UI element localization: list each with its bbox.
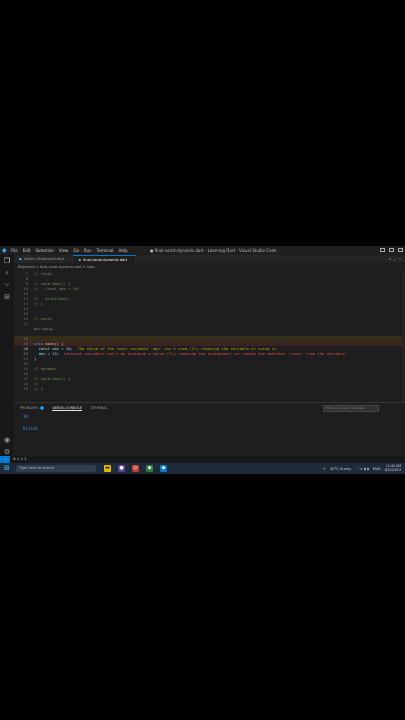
menu-view[interactable]: View: [59, 248, 69, 253]
dart-file-icon: ◆: [78, 257, 82, 262]
menu-edit[interactable]: Edit: [23, 248, 31, 253]
status-bar: ⌁ ⊗ 1 ⚠ 1: [0, 456, 405, 463]
line-number: 17: [23, 321, 28, 326]
weather-text[interactable]: 30°C Sunny: [330, 467, 351, 471]
code-line: 17: [14, 321, 405, 326]
vscode-window: ◆ File Edit Selection View Go Run Termin…: [0, 246, 405, 474]
clock[interactable]: 11:44 AM 8/22/2023: [384, 464, 401, 473]
source-control-icon[interactable]: ⑂: [3, 281, 11, 289]
system-tray: ☀ 30°C Sunny ⌃ ▭ ◖ ◗ ENG 11:44 AM 8/22/2…: [323, 463, 401, 474]
account-icon[interactable]: ◉: [3, 436, 11, 444]
menu-run[interactable]: Run: [84, 248, 92, 253]
remote-indicator-icon[interactable]: ⌁: [0, 456, 10, 463]
extensions-icon[interactable]: ⊞: [3, 293, 11, 301]
tab-label: Switch-Statement.dart: [23, 257, 65, 261]
panel-tabs: PROBLEMS 2 DEBUG CONSOLE TERMINAL: [20, 406, 107, 411]
dart-file-icon: ◆: [19, 257, 22, 261]
code-editor[interactable]: 7// final 8 9// void main() {10// final ab…: [14, 271, 405, 402]
code-comment: // }: [34, 386, 44, 391]
explorer-icon[interactable]: ❐: [3, 257, 11, 265]
vscode-logo-icon: ◆: [2, 246, 7, 254]
window-controls: [380, 248, 403, 252]
activity-bar: ❐ ⌕ ⑂ ⊞ ◉ ⚙: [0, 255, 14, 465]
console-filter-input[interactable]: Filter (e.g. text, !exclude): [323, 405, 379, 412]
tab-debug-console[interactable]: DEBUG CONSOLE: [52, 406, 83, 411]
console-output-line: 10: [23, 414, 28, 419]
windows-taskbar: ⊞ Type here to search ▬ ● ◎ ◆ ◆ ☀ 30°C S…: [0, 463, 405, 474]
tray-icons[interactable]: ⌃ ▭ ◖ ◗: [355, 467, 369, 471]
breadcrumb[interactable]: Beginners > final-const-dynamic.dart > m…: [18, 264, 95, 270]
menu-selection[interactable]: Selection: [35, 248, 53, 253]
editor-tabs: ◆ Switch-Statement.dart ◆ final-const-dy…: [14, 255, 405, 263]
tab-switch-statement[interactable]: ◆ Switch-Statement.dart: [14, 255, 74, 263]
menu-file[interactable]: File: [11, 248, 18, 253]
title-bar: ◆ File Edit Selection View Go Run Termin…: [0, 246, 405, 255]
tab-label: PROBLEMS: [20, 406, 39, 410]
chrome-icon[interactable]: ◎: [132, 465, 139, 472]
menu-help[interactable]: Help: [119, 248, 128, 253]
console-output-line: Exited.: [23, 426, 40, 431]
vscode-taskbar-icon[interactable]: ◆: [160, 465, 167, 472]
problems-count-badge: 2: [39, 406, 45, 410]
taskbar-app-icon[interactable]: ●: [118, 465, 125, 472]
bottom-panel: PROBLEMS 2 DEBUG CONSOLE TERMINAL Filter …: [14, 402, 405, 461]
windows-start-icon[interactable]: ⊞: [4, 465, 11, 472]
menu-go[interactable]: Go: [73, 248, 79, 253]
menu-terminal[interactable]: Terminal: [97, 248, 114, 253]
window-title: ● final-const-dynamic.dart - Learning Da…: [150, 248, 277, 253]
line-number: 29: [23, 386, 28, 391]
taskbar-search-input[interactable]: Type here to search: [16, 465, 96, 472]
clock-date: 8/22/2023: [384, 467, 401, 472]
close-button[interactable]: [398, 248, 403, 252]
language-indicator[interactable]: ENG: [373, 467, 381, 471]
settings-gear-icon[interactable]: ⚙: [3, 448, 11, 456]
code-line: 29 // }: [14, 386, 405, 391]
file-explorer-icon[interactable]: ▬: [104, 465, 111, 472]
tab-label: final-const-dynamic.dart: [83, 257, 128, 262]
maximize-button[interactable]: [389, 248, 394, 252]
menu-bar: File Edit Selection View Go Run Terminal…: [11, 248, 128, 253]
tab-terminal[interactable]: TERMINAL: [90, 406, 107, 411]
weather-icon: ☀: [322, 466, 327, 471]
search-icon[interactable]: ⌕: [3, 269, 11, 277]
run-icon[interactable]: ▷ ⌄ ⋯: [389, 255, 401, 263]
tab-final-const-dynamic[interactable]: ◆ final-const-dynamic.dart: [73, 255, 137, 263]
tab-problems[interactable]: PROBLEMS 2: [20, 406, 45, 411]
minimize-button[interactable]: [380, 248, 385, 252]
problems-status[interactable]: ⊗ 1 ⚠ 1: [13, 456, 26, 463]
taskbar-app-icon[interactable]: ◆: [146, 465, 153, 472]
